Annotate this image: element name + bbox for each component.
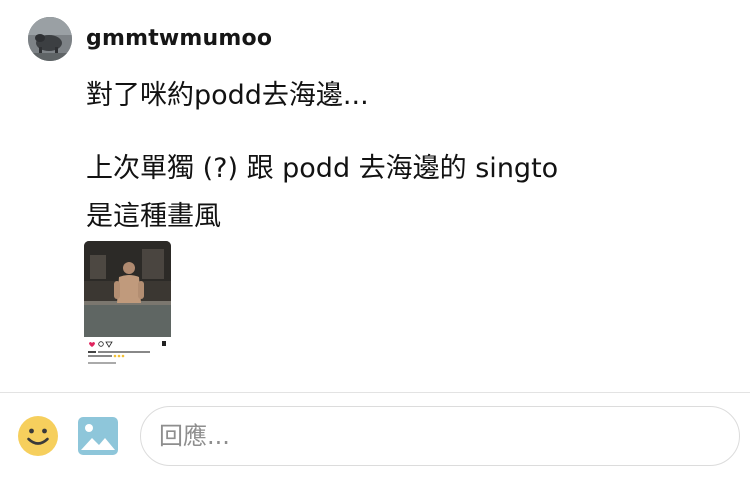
smiley-icon [18, 416, 58, 456]
reply-bar [0, 393, 750, 481]
post: gmmtwmumoo 對了咪約podd去海邊... 上次單獨 (?) 跟 pod… [0, 0, 750, 392]
username[interactable]: gmmtwmumoo [86, 26, 272, 51]
emoji-button[interactable] [17, 415, 59, 457]
reply-input[interactable] [140, 406, 740, 466]
bookmark-icon [162, 341, 166, 346]
post-text-line-2: 上次單獨 (?) 跟 podd 去海邊的 singto [86, 153, 559, 184]
image-upload-button[interactable] [77, 416, 119, 456]
post-text-line-3: 是這種畫風 [86, 201, 221, 232]
post-text-line-1: 對了咪約podd去海邊... [86, 80, 369, 111]
image-icon [78, 417, 118, 455]
avatar-image [28, 17, 72, 61]
attached-image[interactable] [84, 241, 171, 369]
avatar[interactable] [28, 17, 72, 61]
attached-screenshot [84, 241, 171, 369]
